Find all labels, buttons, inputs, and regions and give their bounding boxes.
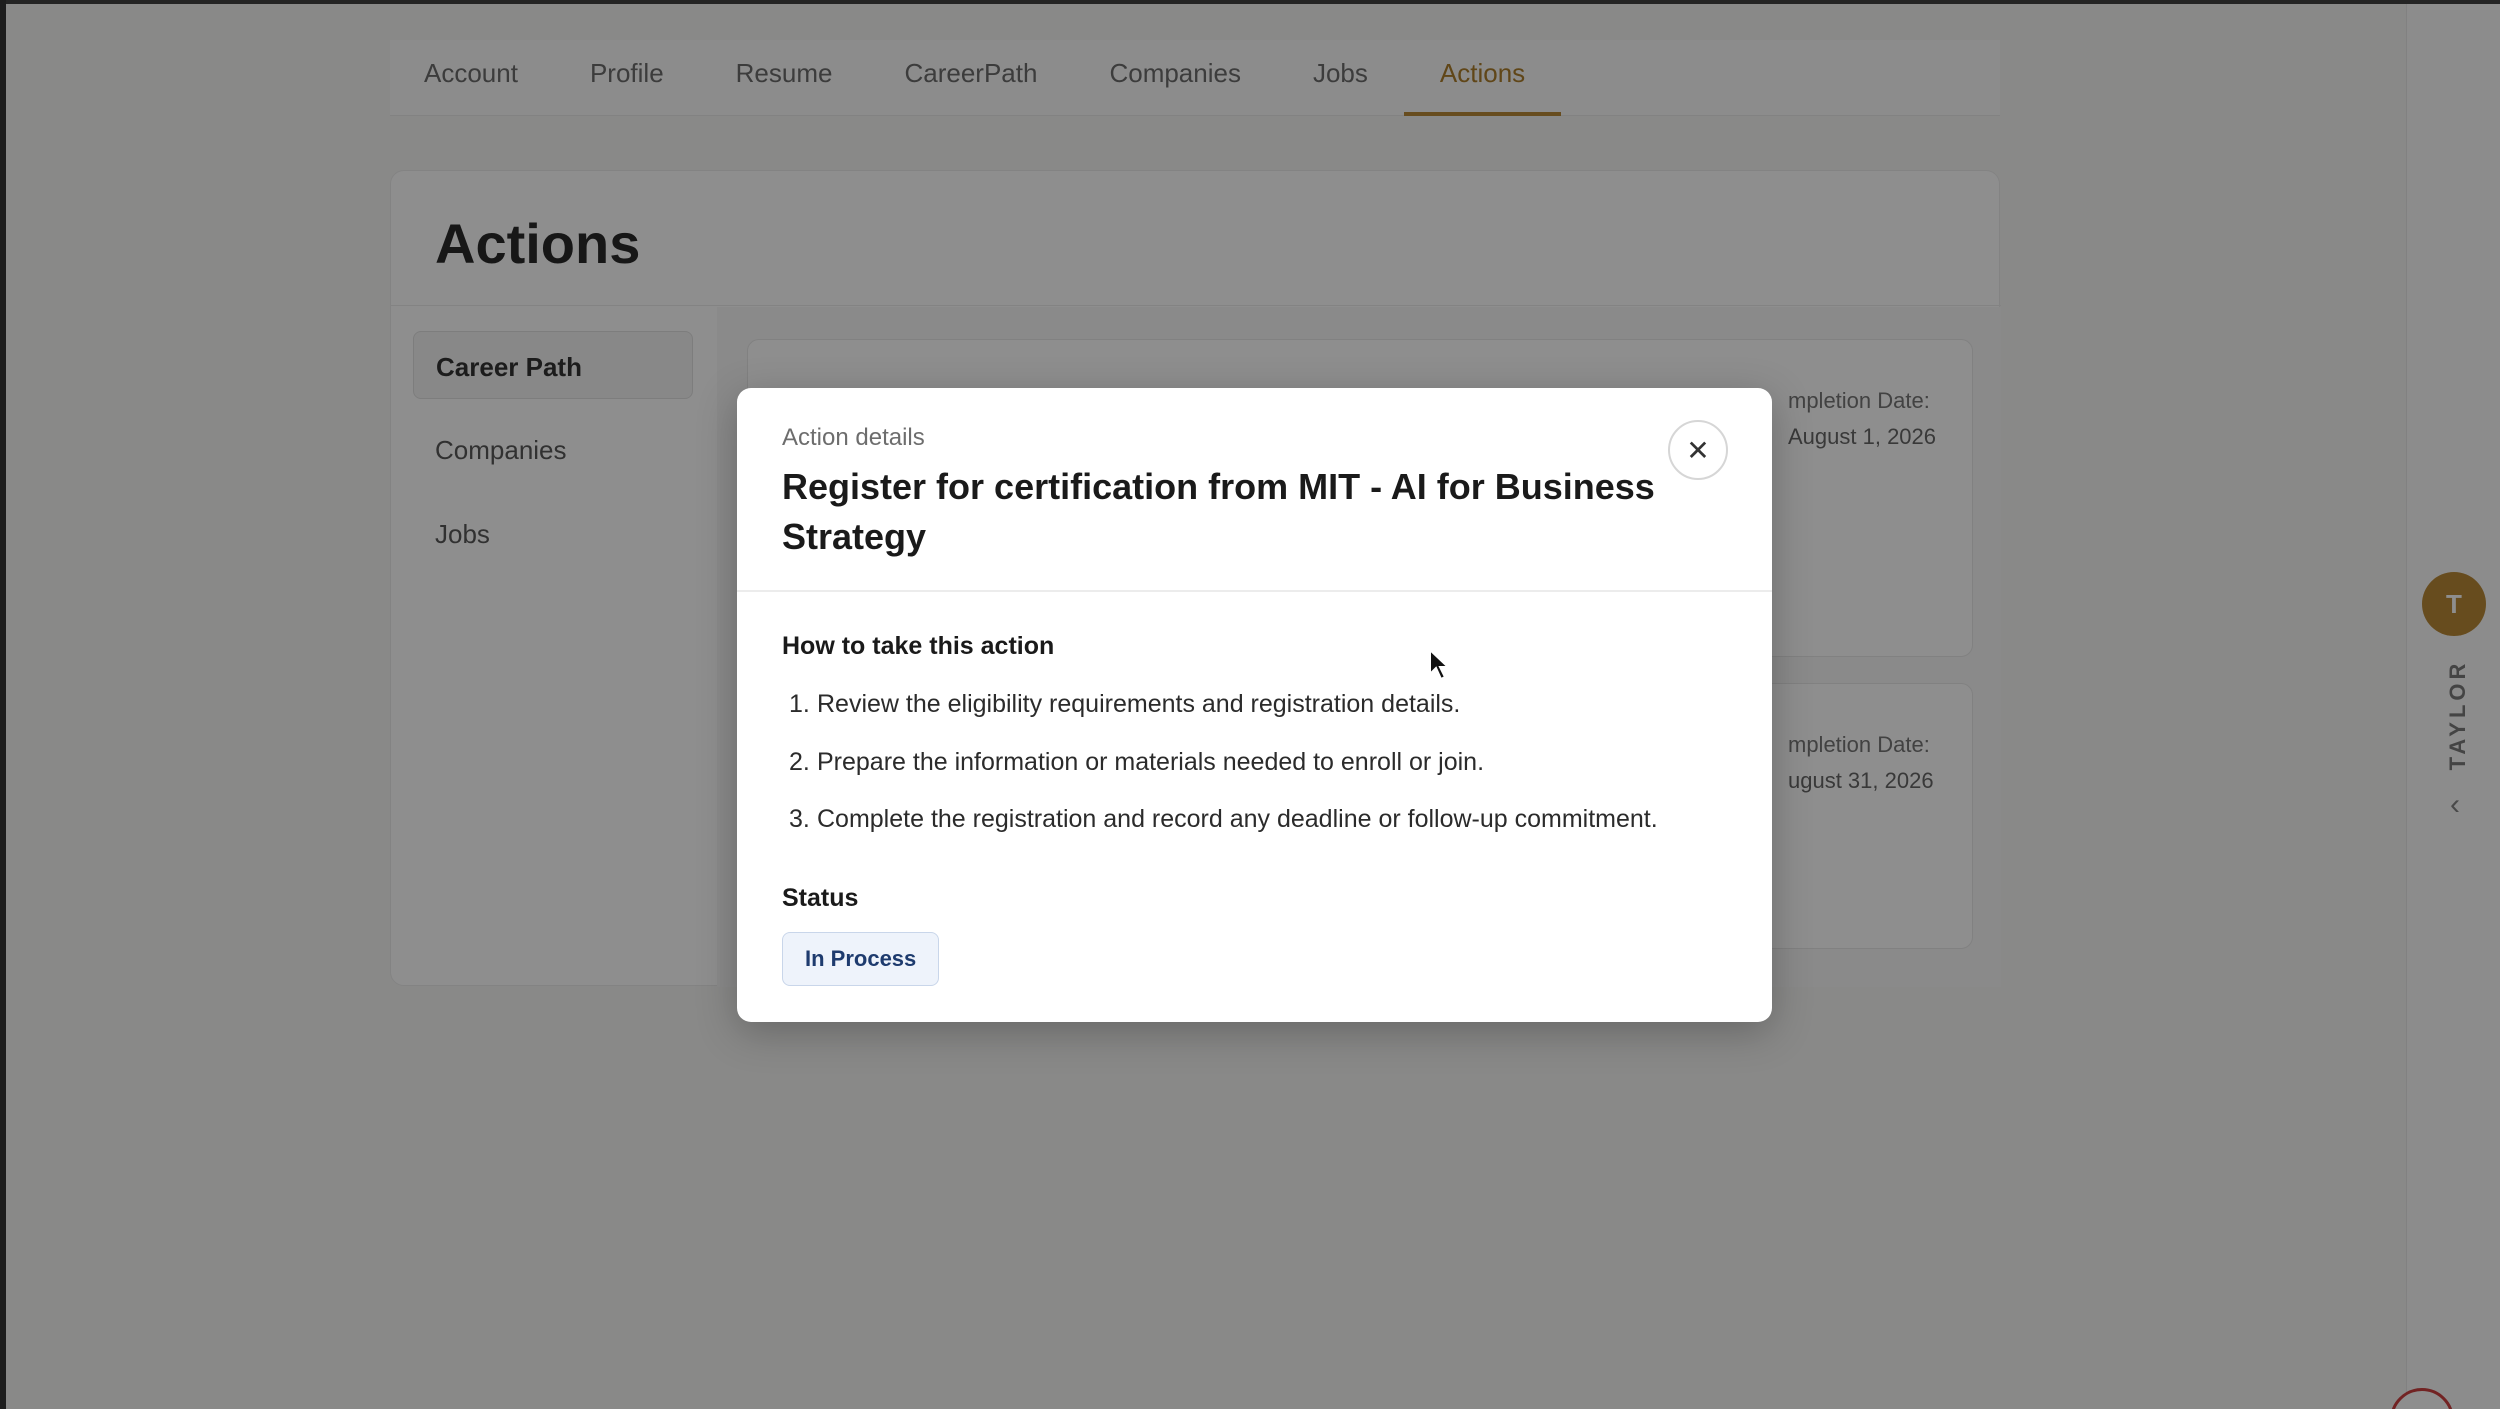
how-to-heading: How to take this action [782,632,1055,660]
action-details-modal: Action details Register for certificatio… [737,388,1772,1022]
step-text: Review the eligibility requirements and … [817,690,1461,718]
step-text: Prepare the information or materials nee… [817,747,1485,776]
modal-title: Register for certification from MIT - AI… [782,466,1655,557]
status-badge: In Process [782,932,940,986]
step-number: 1. [789,690,810,718]
status-heading: Status [782,884,859,912]
step-number: 3. [789,805,810,833]
steps-list: 1. Review the eligibility requirements a… [789,690,1749,863]
modal-eyebrow: Action details [782,424,925,451]
list-item: 3. Complete the registration and record … [789,805,1749,863]
close-button[interactable]: ✕ [1668,420,1728,480]
mouse-cursor-icon [1429,648,1450,681]
modal-divider [737,590,1772,592]
list-item: 2. Prepare the information or materials … [789,748,1749,806]
close-icon: ✕ [1686,434,1710,466]
step-text: Complete the registration and record any… [817,805,1658,833]
step-number: 2. [789,747,810,776]
list-item: 1. Review the eligibility requirements a… [789,690,1749,748]
